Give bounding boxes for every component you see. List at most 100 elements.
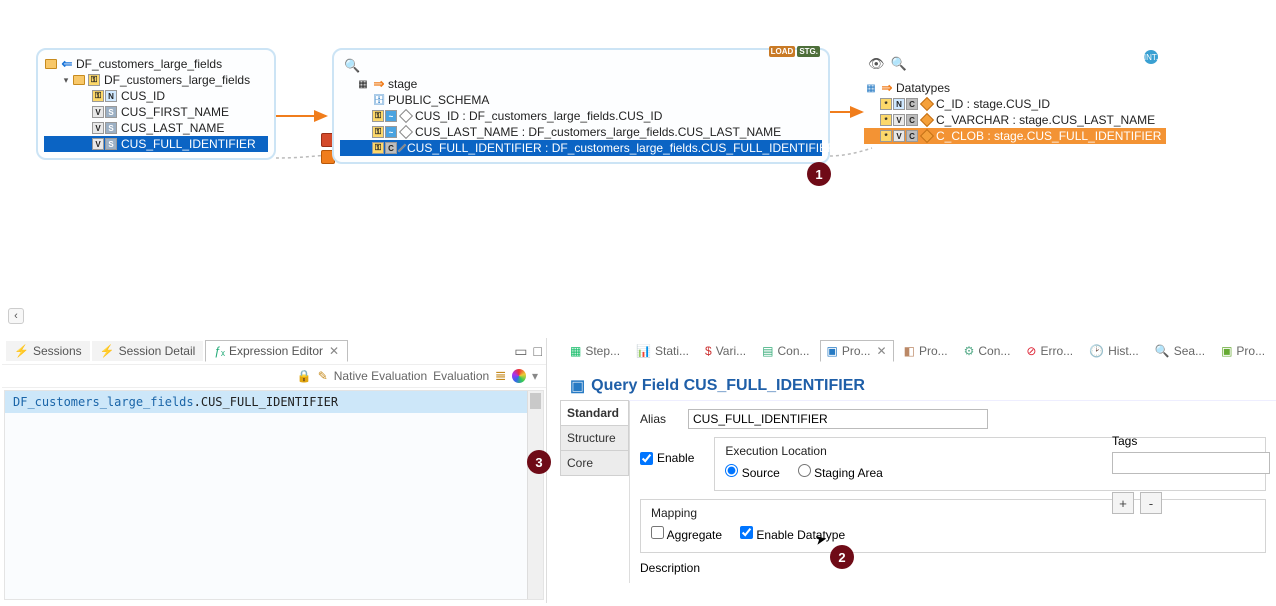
source-node[interactable]: ⇐ DF_customers_large_fields ▾ ⚿ DF_custo… — [36, 48, 276, 160]
library-icon[interactable]: 𝌆 — [495, 369, 506, 383]
diamond-icon — [399, 125, 413, 139]
load-badge: LOAD — [769, 46, 796, 57]
mapping-canvas[interactable]: ⇐ DF_customers_large_fields ▾ ⚿ DF_custo… — [0, 0, 1276, 300]
stage-map-2[interactable]: ⚿C CUS_FULL_IDENTIFIER : DF_customers_la… — [340, 140, 822, 156]
cursor-icon: ➤ — [814, 530, 829, 549]
stage-header-row[interactable]: ▦ ⇒ stage — [340, 76, 822, 92]
diamond-icon — [920, 129, 934, 143]
tag-add-button[interactable]: + — [1112, 492, 1134, 514]
minimize-icon[interactable]: ▭ — [514, 343, 527, 360]
rtab-erro[interactable]: ⊘Erro... — [1020, 341, 1079, 361]
query-field-icon: ▣ — [570, 376, 585, 396]
stage-node[interactable]: LOAD STG. 🔍 ▦ ⇒ stage 🗄 PUBLIC_SCHEMA ⚿~… — [332, 48, 830, 164]
target-top-badges: INT. — [1144, 50, 1158, 64]
target-title-row[interactable]: ▦ ⇒ Datatypes — [864, 80, 1166, 96]
key-badge: ⚿ — [88, 74, 100, 86]
diamond-icon — [920, 113, 934, 127]
radio-staging[interactable]: Staging Area — [798, 464, 883, 480]
magnifier-icon[interactable]: 🔍 — [344, 58, 360, 74]
progress-icon: ◧ — [904, 344, 915, 358]
target-row-2[interactable]: *VC C_CLOB : stage.CUS_FULL_IDENTIFIER — [864, 128, 1166, 144]
scroll-thumb[interactable] — [530, 393, 541, 409]
expression-editor-panel: ⚡ Sessions ⚡ Session Detail ƒₓ Expressio… — [2, 338, 547, 603]
tags-label: Tags — [1112, 434, 1270, 448]
rtab-prob[interactable]: ▣Pro... — [1215, 341, 1271, 361]
stage-schema-row[interactable]: 🗄 PUBLIC_SCHEMA — [340, 92, 822, 108]
close-icon[interactable]: ✕ — [877, 344, 887, 358]
problems-icon: ▣ — [1221, 344, 1232, 358]
properties-icon: ▣ — [827, 344, 838, 358]
target-node[interactable]: INT. 👁 🔍 ▦ ⇒ Datatypes *NC C_ID : stage.… — [864, 54, 1166, 144]
wand-icon[interactable]: ✎ — [318, 369, 328, 383]
side-tabs: Standard Structure Core — [560, 401, 630, 583]
alias-input[interactable] — [688, 409, 988, 429]
rtab-stati[interactable]: 📊Stati... — [630, 341, 695, 361]
tab-session-detail[interactable]: ⚡ Session Detail — [92, 341, 204, 361]
tab-sessions[interactable]: ⚡ Sessions — [6, 341, 90, 361]
grid-icon: ▦ — [864, 81, 878, 95]
enable-checkbox-input[interactable] — [640, 452, 653, 465]
rtab-vari[interactable]: $Vari... — [699, 341, 752, 361]
source-title-row[interactable]: ⇐ DF_customers_large_fields — [44, 56, 268, 72]
stage-map-1[interactable]: ⚿~ CUS_LAST_NAME : DF_customers_large_fi… — [340, 124, 822, 140]
source-child-row[interactable]: ▾ ⚿ DF_customers_large_fields — [44, 72, 268, 88]
diamond-icon — [920, 97, 934, 111]
tag-remove-button[interactable]: - — [1140, 492, 1162, 514]
palette-icon[interactable] — [512, 369, 526, 383]
twisty-icon[interactable]: ▾ — [60, 75, 72, 86]
rtab-hist[interactable]: 🕑Hist... — [1083, 341, 1145, 361]
source-col-fullid[interactable]: VS CUS_FULL_IDENTIFIER — [44, 136, 268, 152]
source-child-title: DF_customers_large_fields — [104, 73, 250, 87]
menu-chevron-icon[interactable]: ▾ — [532, 369, 538, 383]
rtab-con1[interactable]: ▤Con... — [756, 341, 815, 361]
side-tab-core[interactable]: Core — [560, 450, 629, 476]
bolt-icon: ⚡ — [14, 344, 29, 358]
target-row-1[interactable]: *VC C_VARCHAR : stage.CUS_LAST_NAME — [864, 112, 1166, 128]
radio-source[interactable]: Source — [725, 464, 779, 480]
left-tab-bar: ⚡ Sessions ⚡ Session Detail ƒₓ Expressio… — [2, 338, 546, 364]
vertical-scrollbar[interactable] — [527, 391, 543, 599]
rtab-step[interactable]: ▦Step... — [564, 341, 626, 361]
source-col-last[interactable]: VS CUS_LAST_NAME — [44, 120, 268, 136]
stg-badge: STG. — [797, 46, 820, 57]
stage-map-0[interactable]: ⚿~ CUS_ID : DF_customers_large_fields.CU… — [340, 108, 822, 124]
rtab-pro-active[interactable]: ▣Pro...✕ — [820, 340, 894, 362]
magnifier-icon[interactable]: 🔍 — [891, 56, 907, 72]
hscroll-left-button[interactable]: ‹ — [8, 308, 24, 324]
rtab-pro2[interactable]: ◧Pro... — [898, 341, 954, 361]
rtab-con2[interactable]: ⚙Con... — [958, 341, 1017, 361]
rtab-sea[interactable]: 🔍Sea... — [1149, 341, 1211, 361]
console-icon: ▤ — [762, 344, 773, 358]
chart-icon: 📊 — [636, 344, 651, 358]
description-label: Description — [640, 561, 1266, 575]
callout-2: 2 — [830, 545, 854, 569]
aggregate-checkbox[interactable]: Aggregate — [651, 526, 722, 542]
close-icon[interactable]: ✕ — [329, 344, 339, 358]
stage-title: stage — [388, 77, 417, 91]
eye-icon[interactable]: 👁 — [868, 56, 885, 72]
side-tab-structure[interactable]: Structure — [560, 425, 629, 451]
tags-input[interactable] — [1112, 452, 1270, 474]
search-icon: 🔍 — [1155, 344, 1170, 358]
gear-icon: ⚙ — [964, 344, 975, 358]
editor-toolbar: 🔒 ✎ Native Evaluation Evaluation 𝌆 ▾ — [2, 364, 546, 388]
tab-expression-editor[interactable]: ƒₓ Expression Editor ✕ — [205, 340, 348, 362]
target-title: Datatypes — [896, 81, 950, 95]
side-tab-standard[interactable]: Standard — [560, 400, 629, 426]
maximize-icon[interactable]: □ — [534, 343, 542, 360]
schema-icon: 🗄 — [372, 93, 386, 107]
lock-icon[interactable]: 🔒 — [297, 369, 312, 383]
code-editor[interactable]: DF_customers_large_fields.CUS_FULL_IDENT… — [4, 390, 544, 600]
int-badge: INT. — [1144, 50, 1158, 64]
diamond-icon — [399, 109, 413, 123]
target-row-0[interactable]: *NC C_ID : stage.CUS_ID — [864, 96, 1166, 112]
form-title: ▣ Query Field CUS_FULL_IDENTIFIER — [560, 364, 1276, 401]
evaluation-label[interactable]: Evaluation — [433, 369, 489, 383]
source-col-cusid[interactable]: ⚿N CUS_ID — [44, 88, 268, 104]
callout-1: 1 — [807, 162, 831, 186]
enable-checkbox[interactable]: Enable — [640, 451, 694, 465]
code-line-1[interactable]: DF_customers_large_fields.CUS_FULL_IDENT… — [5, 391, 543, 413]
enable-datatype-checkbox[interactable]: Enable Datatype — [740, 526, 845, 542]
source-col-first[interactable]: VS CUS_FIRST_NAME — [44, 104, 268, 120]
native-eval-label[interactable]: Native Evaluation — [334, 369, 427, 383]
